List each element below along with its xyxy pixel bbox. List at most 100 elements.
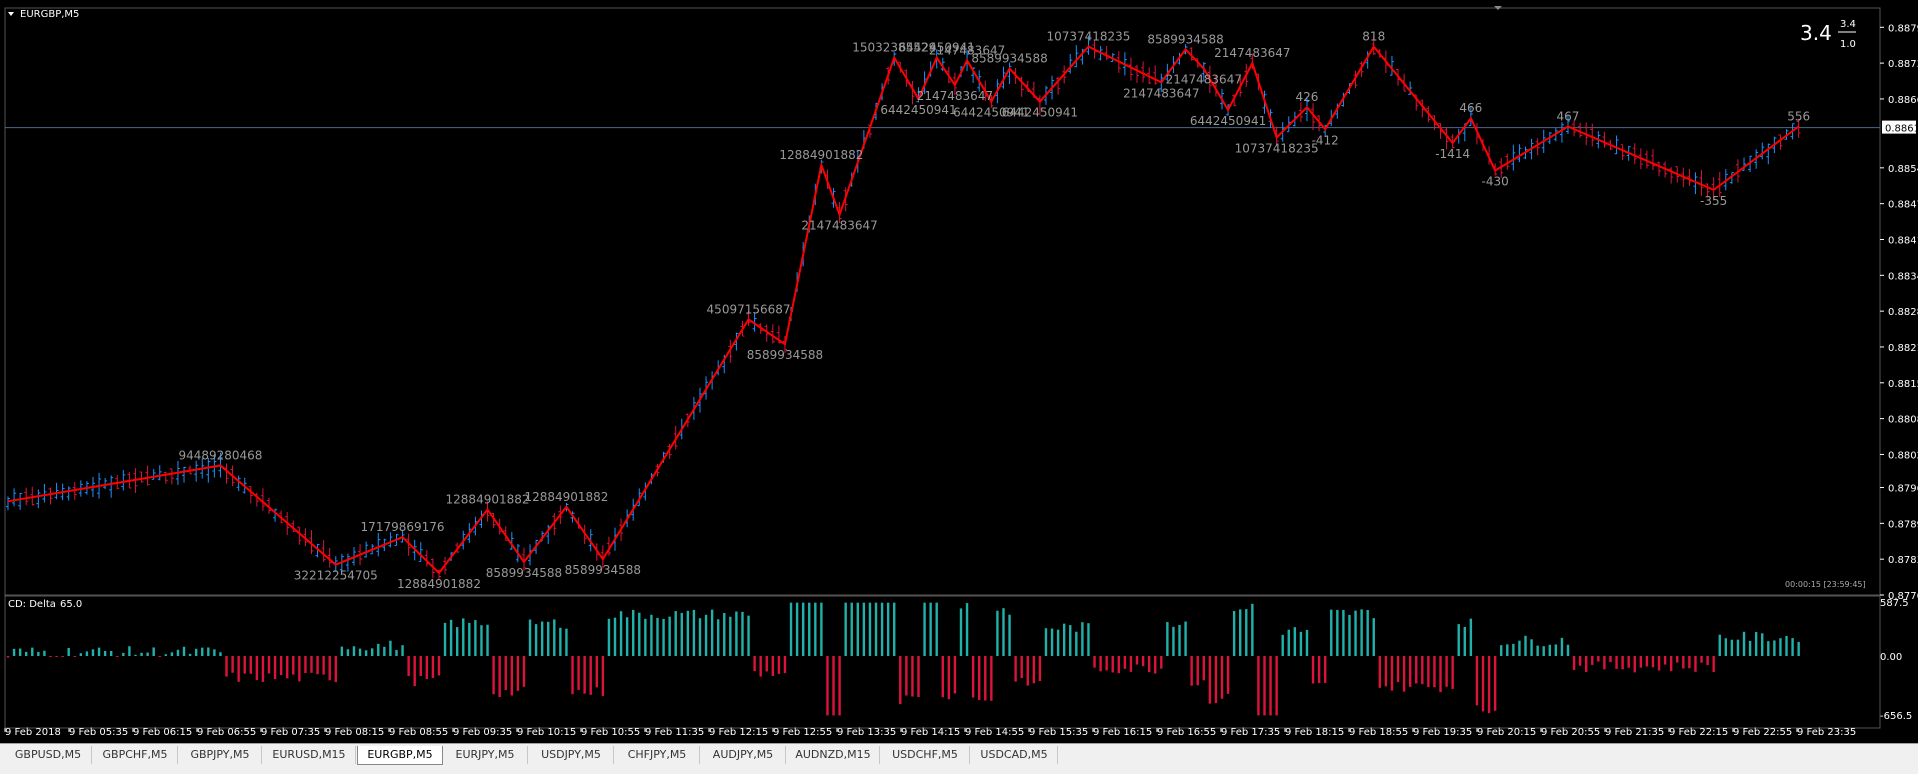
delta-bar [449,619,453,656]
delta-bar [371,648,374,656]
delta-bar [1184,621,1187,656]
zigzag-label: 8589934588 [747,348,823,362]
time-tick-label: 9 Feb 2018 [5,727,61,738]
delta-bar [1032,656,1036,684]
delta-bar [971,656,975,698]
zigzag-label: 8589934588 [971,52,1047,66]
delta-bar [31,647,34,656]
delta-bar [407,656,410,676]
symbol-tab[interactable]: GBPJPY,M5 [179,746,262,764]
indicator-title: CD: Delta [8,599,56,610]
symbol-tab[interactable]: USDCAD,M5 [971,746,1058,764]
delta-bar [443,622,447,656]
delta-bar [322,656,325,675]
delta-bar [1712,656,1715,673]
delta-bar [480,625,483,656]
delta-bar [377,643,380,656]
symbol-tab[interactable]: CHFJPY,M5 [615,746,700,764]
delta-bar [231,656,234,673]
symbol-tab[interactable]: AUDJPY,M5 [701,746,786,764]
delta-bar [1415,656,1418,684]
delta-bar [1336,609,1339,656]
delta-bar [613,617,617,656]
symbol-tab[interactable]: EURUSD,M15 [263,746,356,764]
delta-bar [662,618,665,656]
symbol-tab[interactable]: GBPUSD,M5 [5,746,92,764]
symbol-tab[interactable]: AUDNZD,M15 [787,746,880,764]
price-tick-label: 0.88280 [1888,307,1918,318]
delta-bar [1239,609,1242,656]
symbol-tab[interactable]: EURGBP,M5 [357,746,443,765]
price-tick-label: 0.88475 [1888,200,1918,211]
delta-bar [911,656,914,697]
zigzag-label: 2147483647 [1123,86,1199,100]
delta-bar [1445,656,1448,687]
zigzag-label: 2147483647 [1214,46,1290,60]
symbol-tab[interactable]: EURJPY,M5 [443,746,528,764]
delta-bar [1779,638,1782,656]
delta-bar [1342,609,1345,656]
symbol-tab[interactable]: USDCHF,M5 [881,746,970,764]
delta-bar [1390,656,1394,691]
delta-bar [279,656,283,676]
price-chart[interactable]: 9448928046832212254705171798691761288490… [0,0,1918,743]
delta-bar [122,652,125,656]
delta-bar [49,656,52,657]
price-tick-label: 0.87830 [1888,555,1918,566]
delta-bar [455,627,459,656]
symbol-tab[interactable]: USDJPY,M5 [529,746,614,764]
delta-bar [1421,656,1424,685]
delta-bar [1572,656,1576,670]
delta-bar [1105,656,1108,671]
delta-bar [650,614,653,656]
delta-bar [97,647,101,656]
time-tick-label: 9 Feb 18:55 [1349,727,1408,738]
price-tick-label: 0.88345 [1888,271,1918,282]
delta-bar [1451,656,1454,689]
delta-bar [644,618,647,656]
delta-bar [43,650,46,656]
delta-bar [1056,629,1060,656]
delta-bar [1154,656,1157,674]
delta-bar [1062,623,1066,656]
delta-bar [886,602,890,656]
delta-bar [1396,656,1400,683]
delta-bar [947,656,951,700]
time-tick-label: 9 Feb 20:15 [1477,727,1536,738]
price-tick-label: 0.87960 [1888,484,1918,495]
delta-bar [1293,627,1297,656]
delta-bar [1730,639,1734,656]
zigzag-label: 45097156687 [707,302,791,316]
delta-bar [1548,644,1551,656]
delta-bar [419,656,422,677]
delta-bar [984,656,987,701]
symbol-tab[interactable]: GBPCHF,M5 [93,746,178,764]
zigzag-label: 12884901882 [446,493,530,507]
delta-bar [692,609,696,656]
delta-bar [1026,656,1029,686]
delta-bar [364,650,368,656]
time-tick-label: 9 Feb 12:15 [709,727,768,738]
delta-bar [625,617,629,656]
delta-bar [771,656,775,676]
delta-bar [352,646,356,656]
delta-bar [1378,656,1382,688]
delta-bar [540,621,544,656]
delta-bar [1069,625,1072,656]
delta-bar [747,615,750,656]
time-tick-label: 9 Feb 21:35 [1605,727,1664,738]
delta-bar [437,656,441,676]
delta-bar [1014,656,1017,682]
delta-bar [516,656,520,691]
delta-bar [158,656,161,657]
delta-bar [1682,656,1685,669]
delta-bar [583,656,586,694]
delta-bar [1487,656,1491,714]
time-tick-label: 9 Feb 19:35 [1413,727,1472,738]
price-tick-label: 0.88665 [1888,95,1918,106]
delta-bar [1524,635,1527,656]
delta-bar [1688,656,1691,669]
delta-bar [868,602,872,656]
time-tick-label: 9 Feb 16:15 [1093,727,1152,738]
delta-bar [1305,629,1309,656]
